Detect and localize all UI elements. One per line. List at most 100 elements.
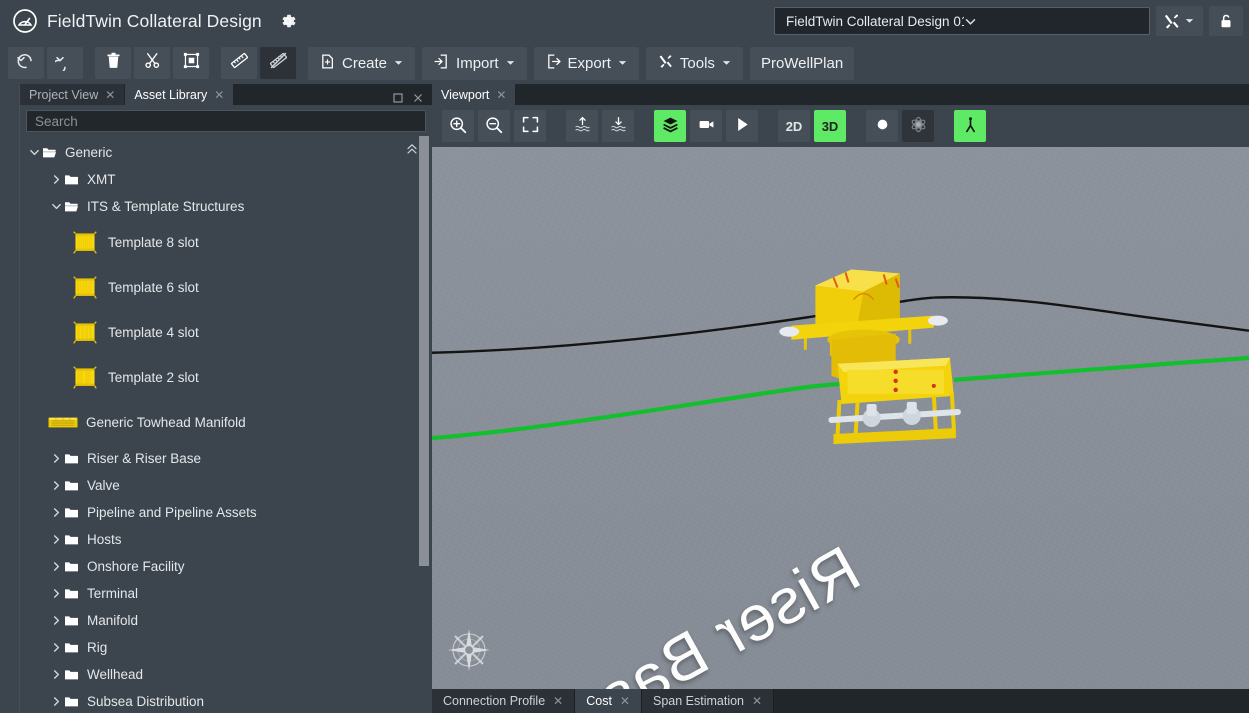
tree-node-label: Template 4 slot — [108, 325, 199, 340]
tree-asset-template-4-slot[interactable]: Template 4 slot — [20, 310, 432, 355]
folder-icon — [64, 479, 81, 492]
tab-span-estimation[interactable]: Span Estimation ✕ — [641, 689, 775, 713]
folder-icon — [64, 173, 81, 186]
arrow-up-waves-icon — [573, 115, 592, 137]
view-3d-button[interactable]: 3D — [814, 110, 846, 142]
close-icon[interactable]: ✕ — [214, 89, 224, 101]
sidebar-scrollbar[interactable] — [419, 136, 429, 566]
shaded-sphere-button[interactable] — [866, 110, 898, 142]
tree-folder-subsea-distribution[interactable]: Subsea Distribution — [20, 688, 432, 713]
export-menu[interactable]: Export — [533, 46, 639, 80]
chevron-right-icon[interactable] — [48, 588, 64, 599]
tree-asset-generic-towhead-manifold[interactable]: Generic Towhead Manifold — [20, 400, 432, 445]
prowellplan-button[interactable]: ProWellPlan — [749, 46, 855, 80]
chevron-right-icon[interactable] — [48, 174, 64, 185]
tree-folder-pipeline-and-pipeline-assets[interactable]: Pipeline and Pipeline Assets — [20, 499, 432, 526]
chevron-right-icon[interactable] — [48, 561, 64, 572]
measure-off-button[interactable] — [260, 47, 296, 79]
view-2d-button[interactable]: 2D — [778, 110, 810, 142]
select-all-button[interactable] — [173, 47, 209, 79]
chevron-right-icon[interactable] — [48, 507, 64, 518]
search-input[interactable] — [26, 110, 426, 132]
tree-node-label: Subsea Distribution — [87, 694, 205, 709]
arrow-down-waves-icon — [609, 115, 628, 137]
cut-button[interactable] — [134, 47, 170, 79]
tree-folder-its-template-structures[interactable]: ITS & Template Structures — [20, 193, 432, 220]
tree-folder-onshore-facility[interactable]: Onshore Facility — [20, 553, 432, 580]
tree-folder-terminal[interactable]: Terminal — [20, 580, 432, 607]
delete-button[interactable] — [95, 47, 131, 79]
tree-asset-template-2-slot[interactable]: Template 2 slot — [20, 355, 432, 400]
tab-connection-profile[interactable]: Connection Profile ✕ — [432, 689, 576, 713]
ruler-crossed-icon — [268, 50, 289, 76]
close-icon[interactable]: ✕ — [553, 694, 563, 708]
play-button[interactable] — [726, 110, 758, 142]
tools-menu[interactable]: Tools — [645, 46, 743, 80]
chevron-right-icon[interactable] — [48, 453, 64, 464]
import-menu-label: Import — [456, 54, 499, 72]
lock-button[interactable] — [1209, 6, 1243, 36]
tree-folder-riser-riser-base[interactable]: Riser & Riser Base — [20, 445, 432, 472]
chevron-right-icon[interactable] — [48, 534, 64, 545]
sea-surface-up-button[interactable] — [566, 110, 598, 142]
tree-folder-generic[interactable]: Generic — [20, 139, 432, 166]
folder-icon — [64, 695, 81, 708]
project-select[interactable]: FieldTwin Collateral Design 01 — [774, 7, 1150, 35]
tree-asset-template-6-slot[interactable]: Template 6 slot — [20, 265, 432, 310]
layers-button[interactable] — [654, 110, 686, 142]
panel-window-controls — [384, 84, 432, 105]
fit-to-screen-button[interactable] — [514, 110, 546, 142]
measure-button[interactable] — [221, 47, 257, 79]
double-chevron-up-icon[interactable] — [406, 142, 418, 154]
bottom-tabstrip: Connection Profile ✕ Cost ✕ Span Estimat… — [432, 689, 1249, 713]
chevron-down-icon[interactable] — [26, 147, 42, 158]
chevron-right-icon[interactable] — [48, 615, 64, 626]
gear-icon[interactable] — [278, 11, 298, 31]
chevron-down-icon[interactable] — [48, 201, 64, 212]
chevron-right-icon[interactable] — [48, 642, 64, 653]
undo-button[interactable] — [8, 47, 44, 79]
chevron-right-icon[interactable] — [48, 480, 64, 491]
tools-button[interactable] — [1156, 6, 1203, 36]
3d-viewport-canvas[interactable]: Riser Base #8 — [432, 147, 1249, 689]
sidebar-scrollbar-track[interactable] — [418, 136, 430, 713]
zoom-out-button[interactable] — [478, 110, 510, 142]
close-panel-icon[interactable] — [413, 90, 423, 102]
tree-folder-rig[interactable]: Rig — [20, 634, 432, 661]
camera-button[interactable] — [690, 110, 722, 142]
tree-folder-manifold[interactable]: Manifold — [20, 607, 432, 634]
tree-folder-xmt[interactable]: XMT — [20, 166, 432, 193]
create-menu-label: Create — [342, 54, 388, 72]
redo-button[interactable] — [47, 47, 83, 79]
tree-folder-valve[interactable]: Valve — [20, 472, 432, 499]
close-icon[interactable]: ✕ — [105, 89, 115, 101]
template-8-slot-thumbnail — [70, 230, 100, 256]
close-icon[interactable]: ✕ — [496, 89, 506, 101]
tab-project-view[interactable]: Project View ✕ — [20, 84, 126, 105]
tab-asset-library-label: Asset Library — [134, 87, 208, 102]
tree-folder-hosts[interactable]: Hosts — [20, 526, 432, 553]
import-menu[interactable]: Import — [422, 46, 527, 80]
close-icon[interactable]: ✕ — [620, 694, 630, 708]
tree-asset-template-8-slot[interactable]: Template 8 slot — [20, 220, 432, 265]
tab-viewport[interactable]: Viewport ✕ — [432, 84, 517, 105]
maximize-panel-icon[interactable] — [393, 90, 403, 103]
sea-surface-down-button[interactable] — [602, 110, 634, 142]
gauge-logo-icon — [12, 8, 38, 34]
tab-cost[interactable]: Cost ✕ — [575, 689, 642, 713]
expand-corners-icon — [521, 115, 540, 137]
chevron-right-icon[interactable] — [48, 696, 64, 707]
orbit-button[interactable] — [902, 110, 934, 142]
folder-icon — [64, 452, 81, 465]
chevron-right-icon[interactable] — [48, 669, 64, 680]
tab-asset-library[interactable]: Asset Library ✕ — [125, 84, 235, 105]
close-icon[interactable]: ✕ — [752, 694, 762, 708]
tab-span-estimation-label: Span Estimation — [652, 694, 745, 708]
chevron-down-icon — [1184, 15, 1197, 28]
tree-folder-wellhead[interactable]: Wellhead — [20, 661, 432, 688]
zoom-in-button[interactable] — [442, 110, 474, 142]
walk-mode-button[interactable] — [954, 110, 986, 142]
tools-crossed-icon — [1162, 12, 1181, 31]
create-menu[interactable]: Create — [308, 46, 416, 80]
template-4-slot-thumbnail — [70, 320, 100, 346]
